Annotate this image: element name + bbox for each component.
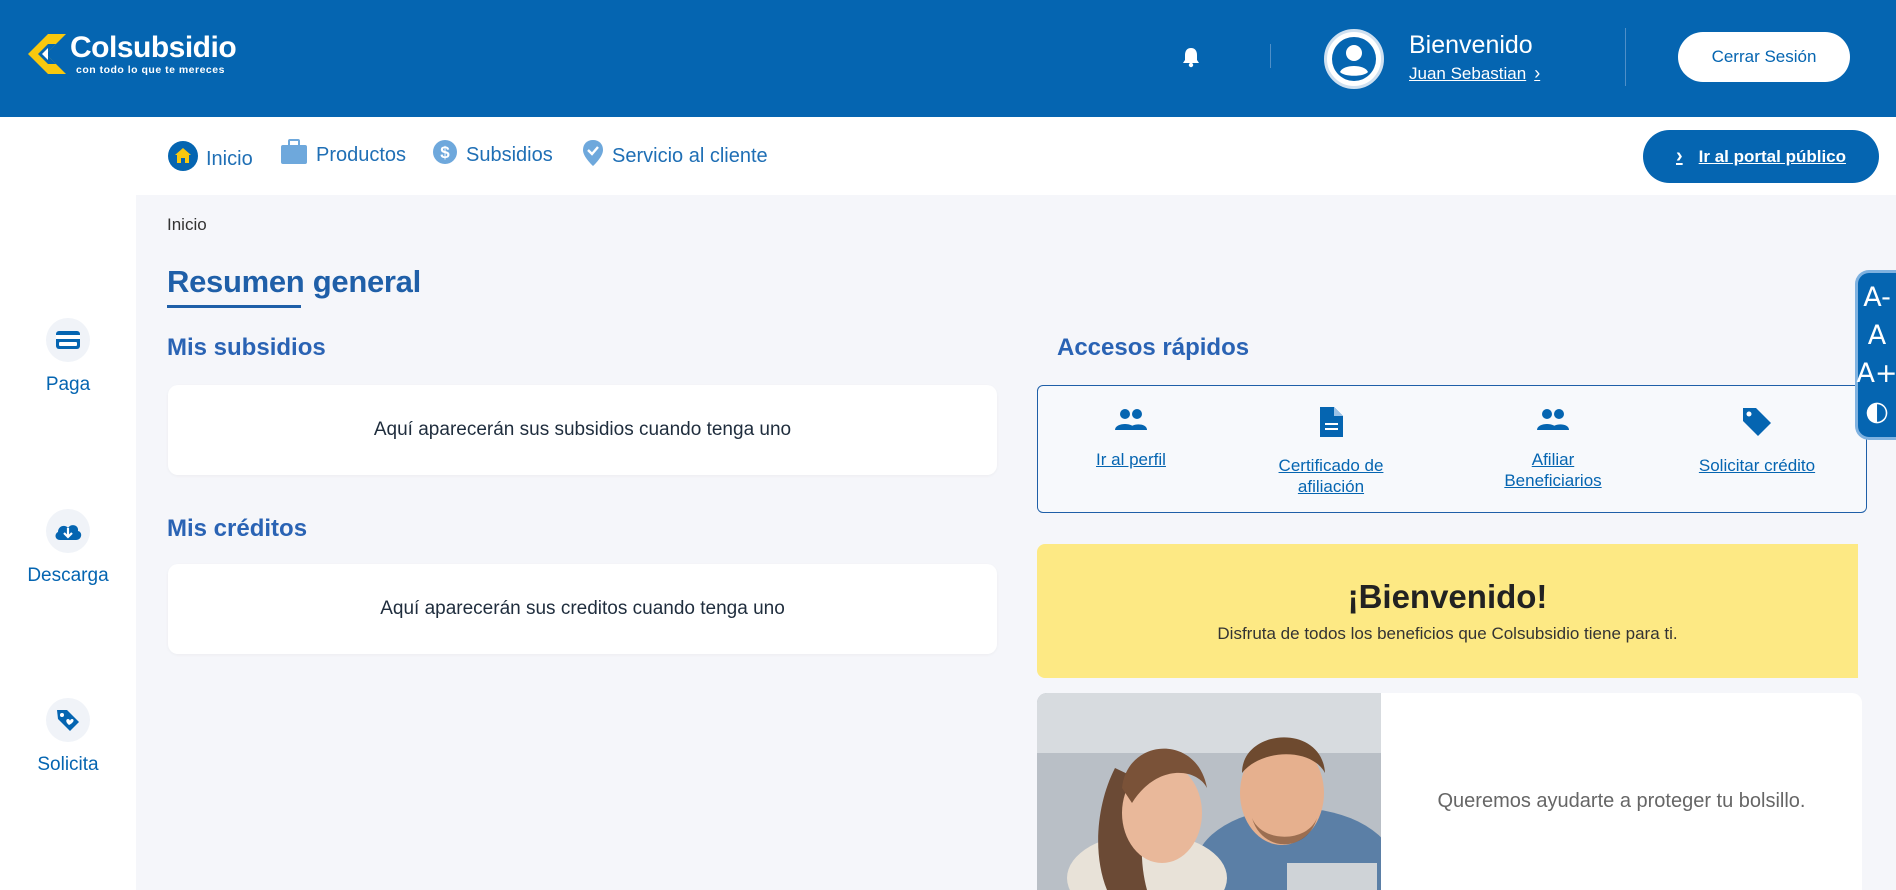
logout-button[interactable]: Cerrar Sesión [1678,32,1850,82]
sidebar-item-descarga[interactable]: Descarga [0,509,136,587]
quick-item-label: Certificado de afiliación [1279,455,1384,497]
nav-item-subsidios[interactable]: $ Subsidios [432,139,553,171]
header-divider [1270,44,1271,68]
sidebar-item-label: Solicita [37,754,99,775]
quick-item-beneficiaries[interactable]: Afiliar Beneficiarios [1486,406,1620,491]
nav-item-label: Subsidios [466,143,553,166]
notifications-bell-icon[interactable] [1181,46,1201,68]
page-title: Resumen general [167,264,421,299]
quick-access-title: Accesos rápidos [1057,334,1250,361]
user-circle-icon [1332,37,1376,81]
nav-item-label: Servicio al cliente [612,144,768,167]
title-underline [167,305,301,308]
nav-item-productos[interactable]: Productos [280,139,406,171]
quick-item-label-line2: afiliación [1297,477,1365,496]
sidebar-item-label: Descarga [27,565,109,586]
location-check-icon [582,139,604,173]
quick-item-label: Ir al perfil [1096,449,1166,470]
tag-heart-icon [46,698,90,742]
nav-item-label: Inicio [206,147,253,170]
credit-card-icon [46,318,90,362]
quick-item-label-line1: Ir al perfil [1096,450,1166,469]
increase-font-button[interactable]: A+ [1856,360,1896,388]
creditos-empty-card: Aquí aparecerán sus creditos cuando teng… [168,564,997,654]
subsidios-empty-card: Aquí aparecerán sus subsidios cuando ten… [168,385,997,475]
normal-font-button[interactable]: A [1868,322,1886,350]
welcome-text: Bienvenido [1409,31,1533,59]
quick-item-credit[interactable]: Solicitar crédito [1679,406,1835,476]
chevron-right-icon: › [1675,145,1683,167]
header-divider [1625,28,1626,86]
sidebar-item-label: Paga [45,374,91,395]
quick-item-label-line2: Beneficiarios [1504,471,1602,490]
nav-item-servicio-cliente[interactable]: Servicio al cliente [582,139,768,173]
cloud-download-icon [46,509,90,553]
people-icon [1114,406,1148,437]
quick-item-label-line1: Solicitar crédito [1698,456,1816,475]
banner-subtitle: Disfruta de todos los beneficios que Col… [1217,624,1678,643]
sidebar-item-solicita[interactable]: Solicita [0,698,136,776]
quick-item-label-line1: Afiliar [1531,450,1575,469]
home-icon [168,141,198,177]
contrast-toggle-icon[interactable]: ◐ [1865,398,1889,426]
quick-item-certificate[interactable]: Certificado de afiliación [1248,406,1414,497]
sidebar-item-paga[interactable]: Paga [0,318,136,396]
main-navigation: Inicio Productos $ Subsidios Servicio al… [136,117,1896,195]
creditos-empty-text: Aquí aparecerán sus creditos cuando teng… [380,598,785,619]
briefcase-icon [280,139,308,171]
logo-name: Colsubsidio [70,31,237,64]
people-icon [1536,406,1570,437]
tag-icon [1741,406,1773,443]
chevron-right-icon: › [1534,63,1541,83]
quick-item-label-line1: Certificado de [1278,456,1384,475]
promo-text: Queremos ayudarte a proteger tu bolsillo… [1437,790,1806,812]
colsubsidio-logo[interactable]: Colsubsidio con todo lo que te mereces [28,31,237,76]
promo-couple-photo [1037,693,1395,890]
public-portal-label: Ir al portal público [1698,146,1847,166]
subsidios-section-title: Mis subsidios [167,334,326,361]
banner-title: ¡Bienvenido! [1347,578,1548,615]
top-header: Colsubsidio con todo lo que te mereces B… [0,0,1896,117]
quick-item-profile[interactable]: Ir al perfil [1083,406,1179,470]
logo-mark-icon [28,32,68,76]
svg-text:$: $ [440,143,450,162]
logo-tagline: con todo lo que te mereces [76,64,225,76]
welcome-banner: ¡Bienvenido! Disfruta de todos los benef… [1037,544,1858,678]
subsidios-empty-text: Aquí aparecerán sus subsidios cuando ten… [373,419,792,440]
decrease-font-button[interactable]: A- [1863,284,1891,312]
public-portal-button[interactable]: › Ir al portal público [1643,130,1879,183]
quick-item-label: Afiliar Beneficiarios [1504,449,1601,491]
creditos-section-title: Mis créditos [167,515,308,542]
dollar-icon: $ [432,139,458,171]
nav-item-inicio[interactable]: Inicio [168,141,253,177]
document-icon [1318,406,1344,443]
left-sidebar: Paga Descarga Solicita [0,117,136,890]
promo-card[interactable]: Queremos ayudarte a proteger tu bolsillo… [1037,693,1862,890]
accessibility-toolbar: A- A A+ ◐ [1855,270,1896,440]
quick-access-panel: Ir al perfil Certificado de afiliación A… [1037,385,1867,513]
nav-item-label: Productos [316,143,407,166]
user-profile-link[interactable]: Juan Sebastian › [1409,63,1540,84]
user-avatar[interactable] [1324,29,1384,89]
quick-item-label: Solicitar crédito [1699,455,1815,476]
breadcrumb[interactable]: Inicio [167,215,207,235]
user-name: Juan Sebastian [1409,63,1527,83]
